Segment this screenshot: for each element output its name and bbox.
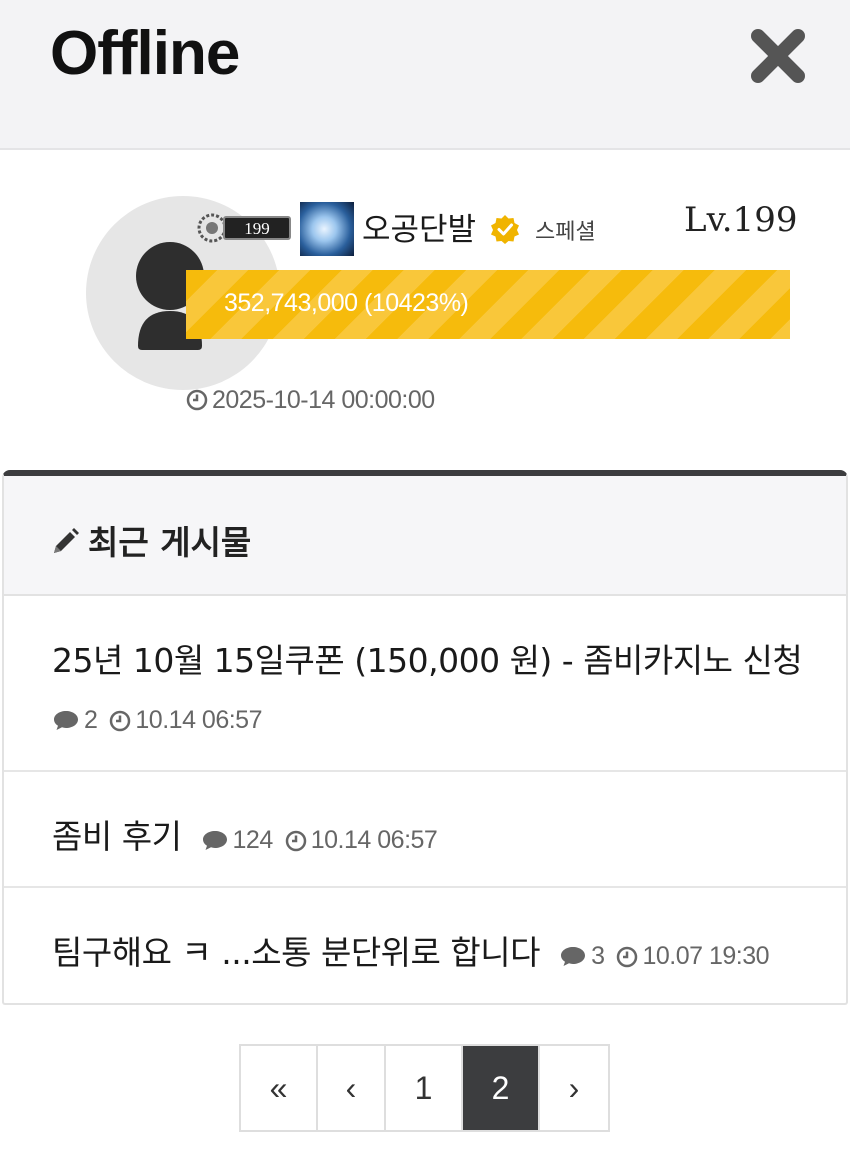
level-badge-icon: 199: [196, 208, 294, 248]
exp-text: 352,743,000 (10423%): [224, 289, 469, 317]
profile-thumbnail: [300, 202, 354, 256]
nickname[interactable]: 오공단발: [362, 204, 476, 249]
clock-icon: [617, 946, 638, 968]
comment-count: 3: [591, 942, 605, 970]
post-row[interactable]: 팀구해요 ㅋ ...소통 분단위로 합니다 3 10.07 19:30: [4, 888, 846, 1005]
clock-icon: [285, 830, 306, 852]
comment-icon: [54, 711, 78, 730]
post-time: 10.14 06:57: [310, 826, 438, 854]
page-1-button[interactable]: 1: [386, 1046, 463, 1130]
registered-date: 2025-10-14 00:00:00: [186, 386, 435, 415]
panel-title: 최근 게시물: [50, 516, 251, 564]
registered-date-text: 2025-10-14 00:00:00: [212, 386, 435, 414]
post-row[interactable]: 좀비 후기 124 10.14 06:57: [4, 772, 846, 888]
pencil-icon: [54, 528, 79, 553]
comment-icon: [202, 831, 227, 850]
exp-bar: 352,743,000 (10423%): [186, 270, 790, 339]
post-meta: 2 10.14 06:57: [52, 706, 262, 735]
post-title[interactable]: 팀구해요 ㅋ ...소통 분단위로 합니다: [52, 933, 540, 972]
profile-card: 199 오공단발 스페셜 Lv.199 352,743,000 (10423%)…: [0, 150, 850, 472]
comment-count: 124: [232, 826, 274, 854]
modal-header: Offline: [0, 0, 850, 150]
clock-icon: [186, 389, 208, 411]
level-label: Lv.199: [684, 200, 798, 240]
prev-page-button[interactable]: ‹: [318, 1046, 386, 1130]
verified-badge-icon: [491, 215, 519, 244]
post-row[interactable]: 25년 10월 15일쿠폰 (150,000 원) - 좀비카지노 신청 2 1…: [4, 596, 846, 772]
level-badge-number: 199: [244, 219, 270, 238]
panel-header: 최근 게시물: [4, 476, 846, 596]
post-line: 좀비 후기 124 10.14 06:57: [52, 810, 438, 858]
post-meta: 3 10.07 19:30: [559, 942, 770, 970]
pagination: « ‹ 1 2 ›: [239, 1044, 610, 1132]
member-role: 스페셜: [535, 220, 596, 245]
post-time: 10.14 06:57: [135, 706, 262, 734]
post-title[interactable]: 25년 10월 15일쿠폰 (150,000 원) - 좀비카지노 신청: [52, 634, 803, 682]
clock-icon: [110, 710, 131, 732]
post-line: 팀구해요 ㅋ ...소통 분단위로 합니다 3 10.07 19:30: [52, 926, 770, 974]
panel-title-text: 최근 게시물: [88, 523, 252, 562]
post-time: 10.07 19:30: [642, 942, 770, 970]
comment-icon: [561, 947, 586, 966]
comment-count: 2: [84, 706, 98, 734]
recent-posts-panel: 최근 게시물 25년 10월 15일쿠폰 (150,000 원) - 좀비카지노…: [2, 470, 848, 1005]
close-icon[interactable]: [748, 26, 808, 86]
post-meta: 124 10.14 06:57: [201, 826, 438, 854]
status-title: Offline: [50, 19, 240, 88]
page-2-button[interactable]: 2: [463, 1046, 540, 1130]
first-page-button[interactable]: «: [241, 1046, 318, 1130]
next-page-button[interactable]: ›: [540, 1046, 608, 1130]
post-title[interactable]: 좀비 후기: [52, 817, 182, 856]
